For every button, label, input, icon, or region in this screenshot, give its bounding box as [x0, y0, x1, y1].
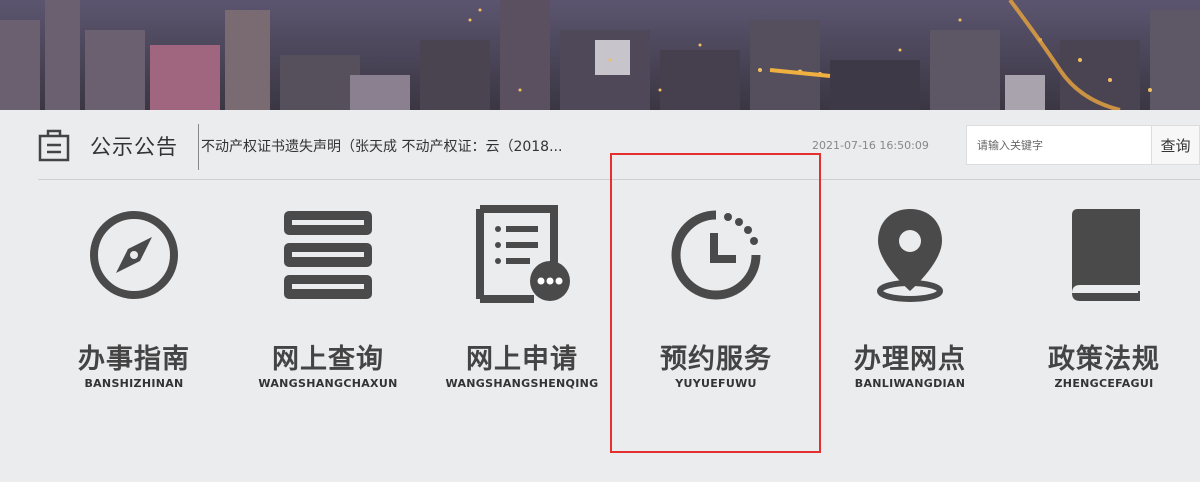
- clock-icon: [671, 210, 761, 300]
- service-wangshangshenqing[interactable]: 网上申请 WANGSHANGSHENQING: [427, 205, 617, 405]
- notice-marquee-text[interactable]: 不动产权证书遗失声明（张天成 不动产权证：云（2018...: [201, 136, 562, 156]
- service-subtitle: WANGSHANGSHENQING: [445, 377, 599, 390]
- service-subtitle: WANGSHANGCHAXUN: [258, 377, 398, 390]
- banner-image: [0, 0, 1200, 110]
- service-wangshangchaxun[interactable]: 网上查询 WANGSHANGCHAXUN: [233, 205, 423, 405]
- document-chat-icon: [476, 205, 570, 303]
- service-subtitle: YUYUEFUWU: [675, 377, 757, 390]
- search-input[interactable]: [967, 126, 1151, 164]
- service-zhengcefagui[interactable]: 政策法规 ZHENGCEFAGUI: [1009, 205, 1199, 405]
- service-title: 政策法规: [1048, 344, 1160, 375]
- service-title: 办理网点: [854, 344, 966, 375]
- service-banliwangdian[interactable]: 办理网点 BANLIWANGDIAN: [815, 205, 1005, 405]
- search-button[interactable]: 查询: [1152, 125, 1200, 165]
- service-title: 网上申请: [466, 344, 578, 375]
- location-pin-icon: [877, 209, 943, 302]
- service-subtitle: BANSHIZHINAN: [84, 377, 184, 390]
- service-yuyuefuwu[interactable]: 预约服务 YUYUEFUWU: [621, 205, 811, 405]
- service-subtitle: ZHENGCEFAGUI: [1054, 377, 1154, 390]
- search-box: [966, 125, 1152, 165]
- service-title: 网上查询: [272, 344, 384, 375]
- notice-date: 2021-07-16 16:50:09: [812, 139, 929, 152]
- divider-line: [38, 179, 1200, 180]
- compass-icon: [90, 211, 178, 299]
- service-title: 办事指南: [78, 344, 190, 375]
- server-list-icon: [284, 211, 372, 299]
- page: 公示公告 不动产权证书遗失声明（张天成 不动产权证：云（2018... 2021…: [0, 0, 1200, 482]
- service-banshizhinan[interactable]: 办事指南 BANSHIZHINAN: [39, 205, 229, 405]
- service-subtitle: BANLIWANGDIAN: [854, 377, 966, 390]
- service-title: 预约服务: [660, 344, 772, 375]
- notice-title: 公示公告: [90, 135, 178, 159]
- notice-divider: [198, 124, 199, 170]
- book-icon: [1072, 209, 1140, 301]
- notice-board-icon: [38, 129, 70, 162]
